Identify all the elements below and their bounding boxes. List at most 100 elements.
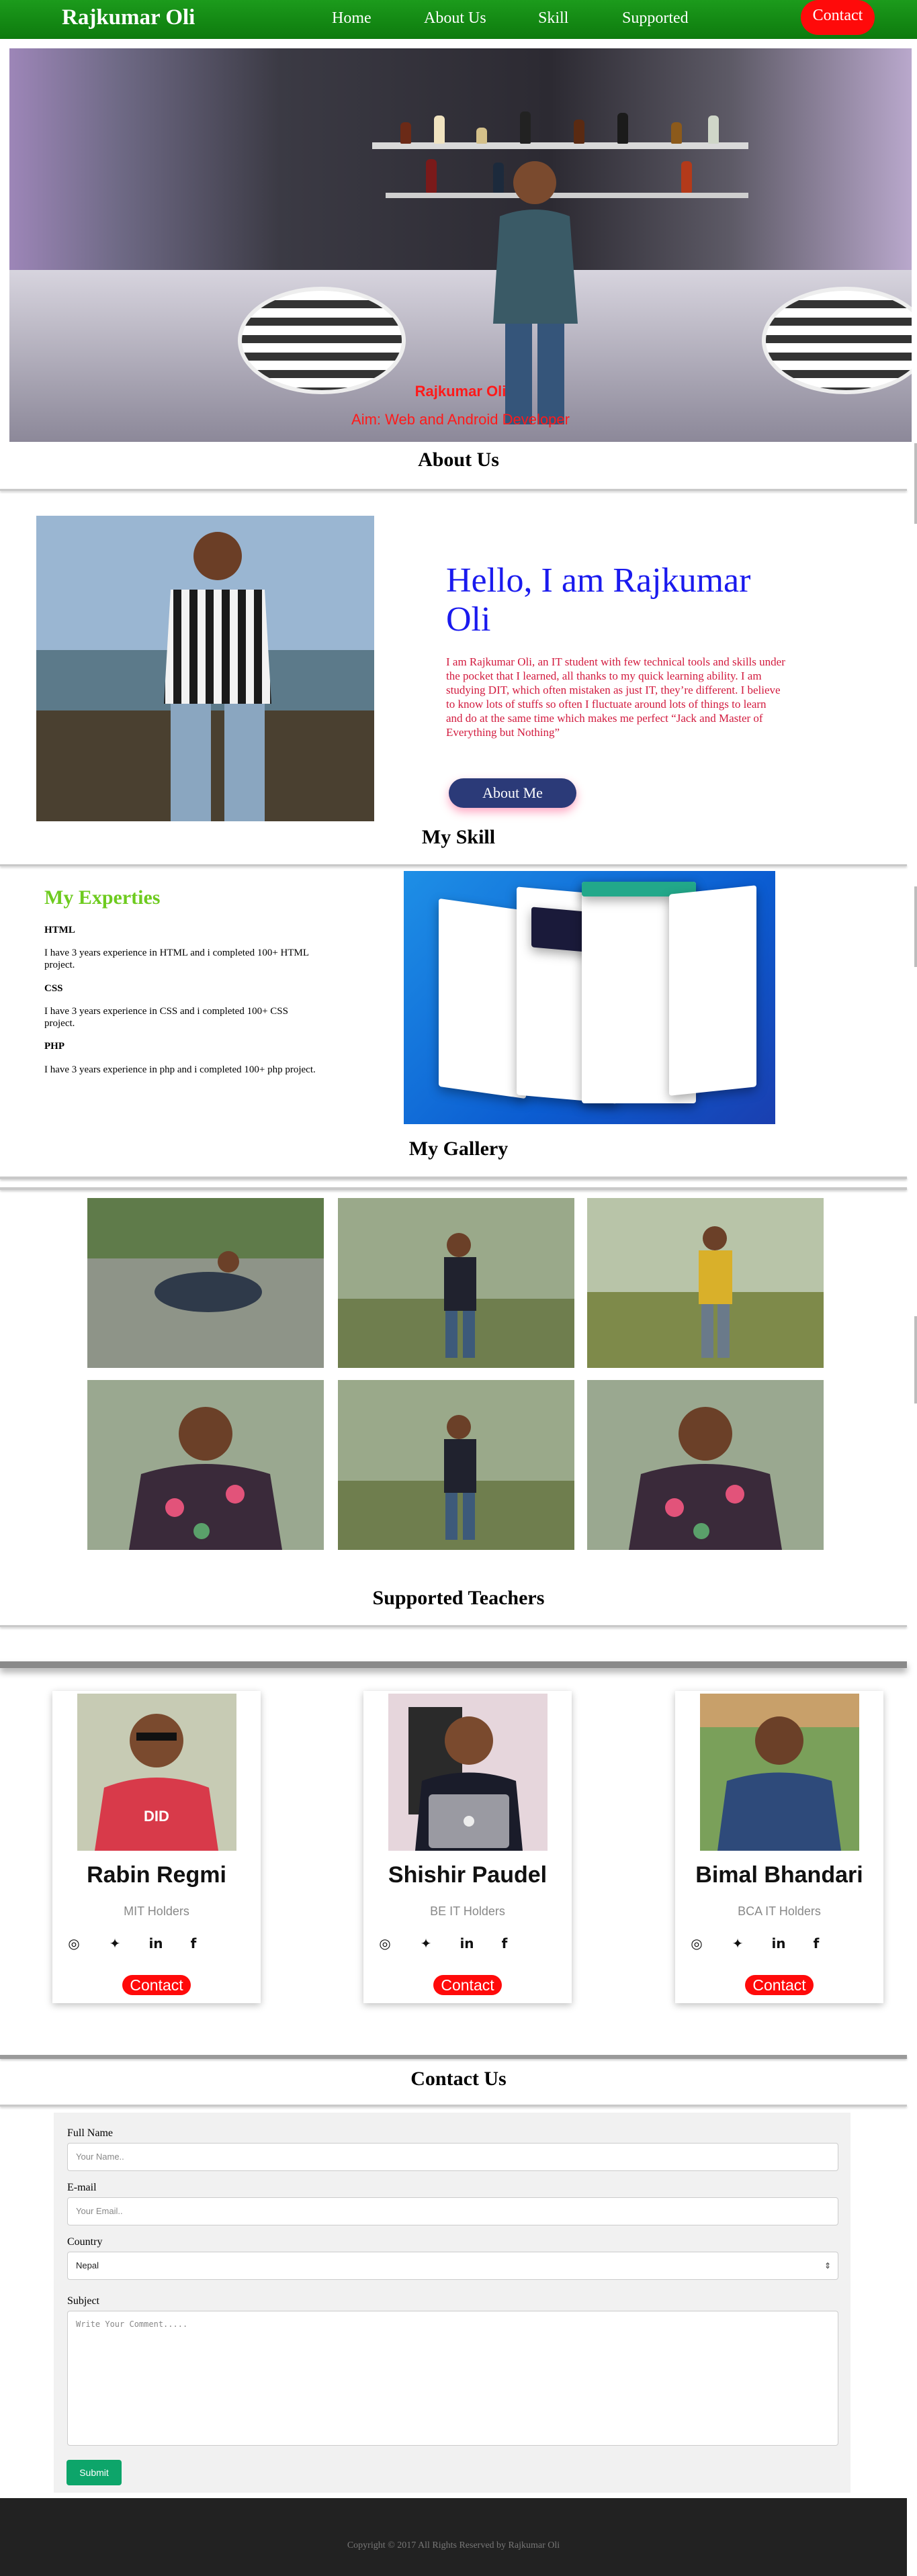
email-input[interactable]: Your Email..: [67, 2197, 838, 2225]
about-hello-heading: Hello, I am Rajkumar Oli: [446, 561, 751, 639]
person-figure: [700, 1694, 859, 1851]
teacher-name: Shishir Paudel: [388, 1862, 548, 1888]
country-selected-value: Nepal: [76, 2260, 99, 2270]
photo-image: [338, 1380, 574, 1550]
gallery-photo-4[interactable]: [87, 1380, 324, 1550]
subject-textarea[interactable]: Write Your Comment.....: [67, 2311, 838, 2446]
skill-showcase-image: [404, 871, 775, 1124]
twitter-icon[interactable]: ✦: [105, 1934, 124, 1953]
linkedin-icon[interactable]: in: [146, 1934, 165, 1953]
teacher-title: MIT Holders: [124, 1904, 189, 1918]
photo-image: [587, 1198, 824, 1368]
teacher-card: DID Rabin Regmi MIT Holders ◎ ✦ in f Con…: [52, 1691, 261, 2003]
twitter-icon[interactable]: ✦: [728, 1934, 747, 1953]
scrollbar-thumb[interactable]: [914, 1316, 917, 1404]
email-label: E-mail: [67, 2182, 97, 2193]
full-name-input[interactable]: Your Name..: [67, 2143, 838, 2171]
teachers-heading: Supported Teachers: [372, 1587, 545, 1609]
nav-home[interactable]: Home: [332, 9, 372, 28]
contact-heading: Contact Us: [410, 2068, 507, 2090]
bottle: [434, 116, 445, 144]
social-icons: ◎ ✦ in f: [376, 1934, 550, 1954]
nav-supported[interactable]: Supported: [622, 9, 689, 28]
section-divider: [0, 2055, 907, 2059]
hero-banner: Rajkumar Oli Aim: Web and Android Develo…: [9, 48, 912, 442]
country-select[interactable]: Nepal ⇕: [67, 2252, 838, 2280]
teacher-contact-button[interactable]: Contact: [122, 1975, 191, 1995]
skill-heading: My Skill: [421, 826, 496, 848]
select-arrow-icon: ⇕: [824, 2261, 831, 2270]
gallery-photo-3[interactable]: [587, 1198, 824, 1368]
linkedin-icon[interactable]: in: [457, 1934, 476, 1953]
submit-button[interactable]: Submit: [67, 2460, 122, 2485]
skill-desc-php: I have 3 years experience in php and i c…: [44, 1064, 316, 1075]
about-photo: [36, 516, 374, 821]
scrollbar-thumb[interactable]: [914, 443, 917, 524]
section-divider: [0, 1661, 907, 1668]
skill-desc-html: I have 3 years experience in HTML and i …: [44, 948, 309, 970]
footer-copyright: Copyright © 2017 All Rights Reserved by …: [347, 2540, 560, 2550]
gallery-photo-5[interactable]: [338, 1380, 574, 1550]
brand-logo[interactable]: Rajkumar Oli: [62, 5, 195, 30]
twitter-icon[interactable]: ✦: [417, 1934, 435, 1953]
teacher-photo: [700, 1694, 859, 1851]
teacher-title: BCA IT Holders: [738, 1904, 821, 1918]
hero-name: Rajkumar Oli: [414, 383, 507, 400]
bottle: [671, 122, 682, 144]
website-mockup: [439, 898, 526, 1099]
bottle: [426, 159, 437, 193]
teacher-contact-button[interactable]: Contact: [745, 1975, 814, 1995]
section-divider: [0, 2105, 907, 2107]
shelf: [372, 142, 748, 149]
section-divider: [0, 1625, 907, 1627]
dribbble-icon[interactable]: ◎: [64, 1934, 83, 1953]
scrollbar-thumb[interactable]: [914, 886, 917, 967]
bottle: [708, 116, 719, 144]
about-heading: About Us: [418, 449, 499, 471]
section-divider: [0, 489, 907, 491]
photo-image: [87, 1380, 324, 1550]
facebook-icon[interactable]: f: [184, 1934, 203, 1953]
dribbble-icon[interactable]: ◎: [687, 1934, 706, 1953]
section-divider: [0, 864, 907, 866]
about-me-button[interactable]: About Me: [449, 778, 576, 808]
gallery-photo-1[interactable]: [87, 1198, 324, 1368]
full-name-label: Full Name: [67, 2127, 113, 2139]
nav-about-us[interactable]: About Us: [424, 9, 486, 28]
bottle: [617, 113, 628, 144]
top-navbar: Rajkumar Oli Home About Us Skill Support…: [0, 0, 917, 39]
teacher-title: BE IT Holders: [430, 1904, 505, 1918]
nav-skill[interactable]: Skill: [538, 9, 568, 28]
teacher-photo: [388, 1694, 548, 1851]
person-figure: [36, 516, 374, 821]
bottle: [574, 120, 584, 144]
teacher-photo: DID: [77, 1694, 236, 1851]
bottle: [681, 161, 692, 193]
nav-contact-button[interactable]: Contact: [801, 0, 875, 35]
website-mockup: [669, 885, 756, 1096]
about-description: I am Rajkumar Oli, an IT student with fe…: [446, 655, 785, 739]
bottle: [476, 128, 487, 144]
social-icons: ◎ ✦ in f: [64, 1934, 239, 1954]
social-icons: ◎ ✦ in f: [687, 1934, 862, 1954]
facebook-icon[interactable]: f: [495, 1934, 514, 1953]
gallery-photo-2[interactable]: [338, 1198, 574, 1368]
bottle: [400, 122, 411, 144]
photo-image: [87, 1198, 324, 1368]
subject-label: Subject: [67, 2295, 99, 2307]
dribbble-icon[interactable]: ◎: [376, 1934, 394, 1953]
skill-desc-css: I have 3 years experience in CSS and i c…: [44, 1006, 288, 1029]
gallery-heading: My Gallery: [408, 1138, 509, 1160]
teacher-contact-button[interactable]: Contact: [433, 1975, 502, 1995]
facebook-icon[interactable]: f: [807, 1934, 826, 1953]
skill-name-html: HTML: [44, 925, 75, 935]
teacher-name: Rabin Regmi: [87, 1862, 226, 1888]
linkedin-icon[interactable]: in: [769, 1934, 788, 1953]
skill-name-css: CSS: [44, 983, 63, 994]
bottle: [520, 111, 531, 144]
person-figure: DID: [77, 1694, 236, 1851]
section-divider: [0, 1177, 907, 1179]
section-divider: [0, 1187, 907, 1190]
gallery-photo-6[interactable]: [587, 1380, 824, 1550]
footer: [0, 2498, 907, 2576]
